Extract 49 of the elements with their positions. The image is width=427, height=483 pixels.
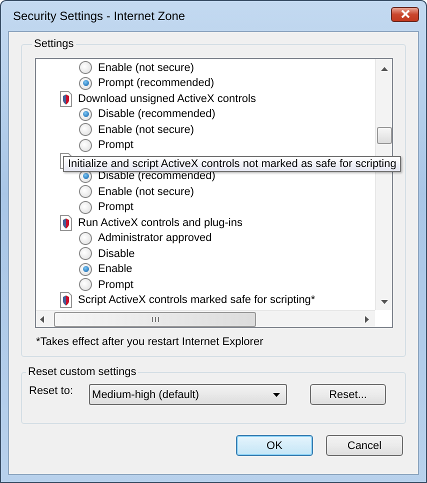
option-label: Prompt (recommended): [98, 77, 214, 90]
radio-button[interactable]: [79, 123, 92, 136]
radio-button[interactable]: [79, 278, 92, 292]
group-label: Settings: [33, 38, 75, 50]
option-label: Enable (not secure): [98, 62, 194, 74]
radio-button[interactable]: [79, 108, 92, 121]
option-label: Enable (not secure): [98, 186, 194, 198]
setting-heading: Download unsigned ActiveX controls: [78, 92, 256, 105]
shield-document-icon: [60, 90, 72, 107]
scroll-down-icon[interactable]: [380, 300, 388, 304]
scroll-thumb[interactable]: [376, 127, 392, 144]
scroll-up-icon[interactable]: [380, 67, 388, 71]
option-label: Prompt: [98, 201, 134, 214]
reset-to-label: Reset to:: [29, 385, 74, 397]
option-label: Enable (not secure): [98, 124, 194, 136]
grip-icon: [152, 316, 158, 322]
radio-button[interactable]: [79, 138, 92, 152]
footnote: *Takes effect after you restart Internet Explorer: [35, 335, 264, 350]
dropdown-arrow-icon: [273, 392, 280, 396]
option-label: Enable: [98, 263, 132, 276]
radio-button[interactable]: [79, 200, 92, 214]
option-label: Prompt: [98, 139, 134, 152]
option-label: Administrator approved: [98, 232, 212, 244]
option-label: Prompt: [98, 278, 134, 291]
radio-button[interactable]: [79, 232, 92, 245]
radio-button[interactable]: [79, 185, 92, 198]
option-label: Disable: [98, 248, 135, 260]
window-title: Security Settings - Internet Zone: [12, 9, 186, 23]
radio-button[interactable]: [79, 262, 92, 276]
reset-button[interactable]: Reset...: [310, 384, 386, 405]
scroll-right-icon[interactable]: [365, 316, 369, 322]
shield-document-icon: [60, 292, 72, 308]
radio-button[interactable]: [79, 247, 92, 260]
option-label: Disable (recommended): [98, 108, 216, 120]
shield-document-icon: [60, 214, 72, 231]
setting-heading: Run ActiveX controls and plug-ins: [78, 216, 242, 229]
dialog-button[interactable]: Cancel: [326, 435, 403, 456]
tooltip: Initialize and script ActiveX controls not marked as safe for scripting: [63, 156, 402, 172]
scroll-left-icon[interactable]: [40, 316, 44, 322]
horizontal-scrollbar[interactable]: [36, 310, 375, 327]
radio-button[interactable]: [79, 61, 92, 74]
close-button[interactable]: [391, 6, 419, 22]
dialog-button[interactable]: OK: [236, 435, 313, 456]
setting-heading: Script ActiveX controls marked safe for scripting*: [78, 294, 316, 306]
radio-button[interactable]: [79, 76, 92, 90]
scroll-thumb[interactable]: [54, 312, 256, 326]
reset-level-dropdown[interactable]: Medium-high (default): [89, 384, 288, 405]
close-icon: [400, 10, 410, 18]
group-label: Reset custom settings: [27, 366, 138, 378]
